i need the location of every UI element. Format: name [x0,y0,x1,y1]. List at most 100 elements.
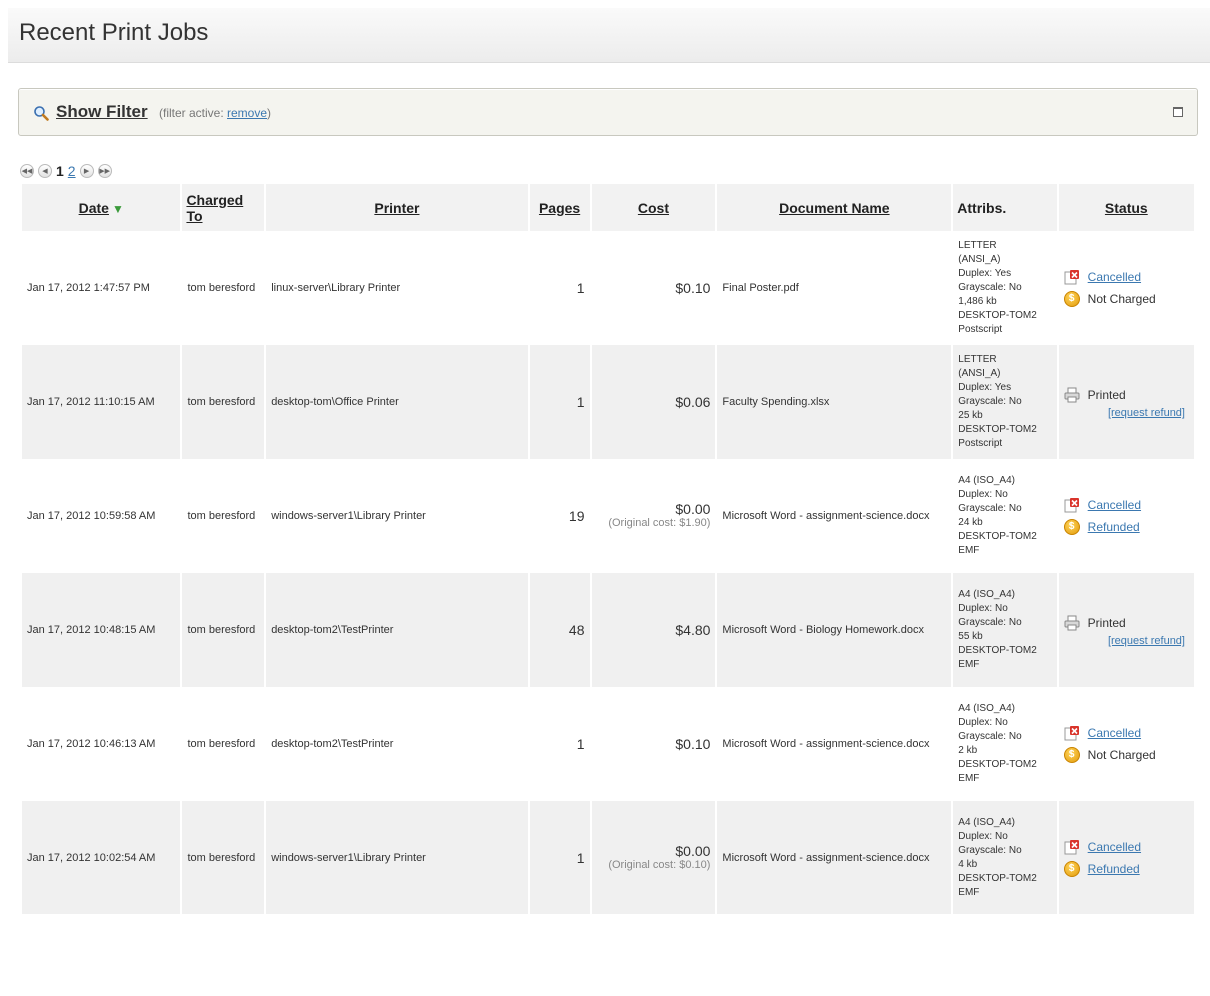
cell-pages: 19 [568,508,585,524]
cell-charged-to: tom beresford [182,573,265,687]
col-printer[interactable]: Printer [266,184,528,231]
cost-value: $0.10 [675,736,711,752]
cancelled-icon [1064,839,1080,855]
attrib-line: Duplex: No [958,717,1008,728]
cell-date: Jan 17, 2012 10:46:13 AM [27,738,156,750]
status-secondary: Not Charged [1087,748,1156,762]
status-line-2: $ Not Charged [1063,288,1189,310]
cost-value: $4.80 [675,622,711,638]
cancelled-icon [1064,497,1080,513]
attrib-line: Duplex: No [958,603,1008,614]
col-charged-to[interactable]: Charged To [182,184,265,231]
cell-charged-to: tom beresford [182,345,265,459]
status-primary[interactable]: Cancelled [1088,498,1141,512]
cell-document-name: Microsoft Word - assignment-science.docx [722,738,930,750]
cell-printer: linux-server\Library Printer [271,282,401,294]
print-jobs-table: Date ▼ Charged To Printer Pages Cost Docu… [20,184,1196,914]
attrib-line: 1,486 kb [958,296,997,307]
next-page-icon[interactable]: ▶ [79,164,94,178]
coin-icon: $ [1063,747,1080,763]
status-primary[interactable]: Cancelled [1088,270,1141,284]
attrib-line: Postscript [958,324,1003,335]
prev-page-icon[interactable]: ◀ [38,164,52,178]
cost-value: $0.06 [675,394,711,410]
cell-cost: $4.80 [591,573,716,687]
col-date[interactable]: Date ▼ [22,184,181,231]
cost-value: $0.00 [675,501,711,517]
first-page-icon[interactable]: ◀◀ [20,164,34,178]
printer-icon [1064,387,1080,403]
status-secondary[interactable]: Refunded [1088,862,1140,876]
status-primary: Printed [1087,616,1126,630]
table-row: Jan 17, 2012 10:02:54 AM tom beresford win… [22,801,1194,914]
col-attribs: Attribs. [953,184,1057,231]
magnifier-icon [34,106,49,121]
attrib-line: A4 (ISO_A4) [958,589,1015,600]
cell-date: Jan 17, 2012 10:59:58 AM [27,510,156,522]
attrib-line: LETTER [958,240,997,251]
attrib-line: 24 kb [958,517,983,528]
cell-attribs: A4 (ISO_A4) Duplex: No Grayscale: No 2 kb DE… [953,687,1056,801]
page-header: Recent Print Jobs [8,8,1210,63]
request-refund-link[interactable]: [request refund] [1064,406,1189,420]
coin-icon: $ [1063,861,1080,877]
attrib-line: DESKTOP-TOM2 [958,310,1037,321]
last-page-icon[interactable]: ▶▶ [97,164,112,178]
cell-date: Jan 17, 2012 1:47:57 PM [27,282,150,294]
cell-printer: windows-server1\Library Printer [266,801,528,914]
status-primary[interactable]: Cancelled [1088,726,1141,740]
cell-attribs: A4 (ISO_A4) Duplex: No Grayscale: No 55 kb D… [953,573,1057,687]
minimize-icon[interactable] [1173,107,1183,117]
attrib-line: DESKTOP-TOM2 [958,645,1037,656]
cell-cost: $0.00 (Original cost: $0.10) [591,801,716,914]
cell-document-name: Microsoft Word - assignment-science.docx [722,510,930,522]
remove-filter-link[interactable]: remove [227,106,267,120]
printer-icon [1064,615,1080,631]
attrib-line: A4 (ISO_A4) [958,475,1015,486]
cell-printer: desktop-tom2\TestPrinter [266,573,528,687]
cancelled-icon [1064,269,1080,285]
col-status[interactable]: Status [1058,184,1194,231]
attrib-line: (ANSI_A) [958,368,1001,379]
attrib-line: LETTER [958,354,997,365]
status-secondary[interactable]: Refunded [1088,520,1140,534]
cell-pages: 1 [529,345,590,459]
cell-pages: 1 [576,280,585,296]
col-document-name[interactable]: Document Name [717,184,952,231]
attrib-line: A4 (ISO_A4) [958,817,1015,828]
cell-date: Jan 17, 2012 10:02:54 AM [22,801,181,914]
cell-charged-to: tom beresford [187,510,256,522]
table-row: Jan 17, 2012 10:59:58 AM tom beresford win… [22,459,1194,573]
attrib-line: 25 kb [958,410,983,421]
cell-pages: 48 [529,573,590,687]
cell-cost: $0.06 [591,345,716,459]
attrib-line: EMF [958,659,980,670]
attrib-line: EMF [958,773,980,784]
original-cost: (Original cost: $1.90) [608,517,711,529]
status-line-1: Printed [1064,612,1189,634]
attrib-line: Grayscale: No [958,845,1022,856]
pagination: ◀◀ ◀ 1 2 ▶ ▶▶ [20,162,112,180]
cell-document-name: Microsoft Word - assignment-science.docx [717,801,952,914]
cell-date: Jan 17, 2012 10:48:15 AM [22,573,181,687]
page-2-link[interactable]: 2 [68,163,76,179]
table-row: Jan 17, 2012 10:46:13 AM tom beresford des… [22,687,1194,801]
cell-status: Cancelled $ Refunded [1059,459,1194,573]
page-title: Recent Print Jobs [19,19,209,46]
table-header-row: Date ▼ Charged To Printer Pages Cost Docu… [22,184,1194,231]
attrib-line: Grayscale: No [958,731,1022,742]
cancelled-icon [1064,725,1080,741]
request-refund-link[interactable]: [request refund] [1064,634,1189,648]
show-filter-link[interactable]: Show Filter [56,102,148,122]
attrib-line: Duplex: No [958,489,1008,500]
print-jobs-page: Recent Print Jobs Show Filter (filter ac… [0,0,1210,914]
cell-pages: 1 [529,801,590,914]
status-line-1: Cancelled [1064,836,1189,858]
attrib-line: DESKTOP-TOM2 [958,759,1037,770]
status-primary[interactable]: Cancelled [1088,840,1141,854]
table-body: Jan 17, 2012 1:47:57 PM tom beresford linu… [22,231,1194,914]
col-cost[interactable]: Cost [591,184,716,231]
cell-status: Printed [request refund] [1058,345,1194,459]
col-pages[interactable]: Pages [529,184,590,231]
cell-status: Cancelled $ Refunded [1058,801,1194,914]
